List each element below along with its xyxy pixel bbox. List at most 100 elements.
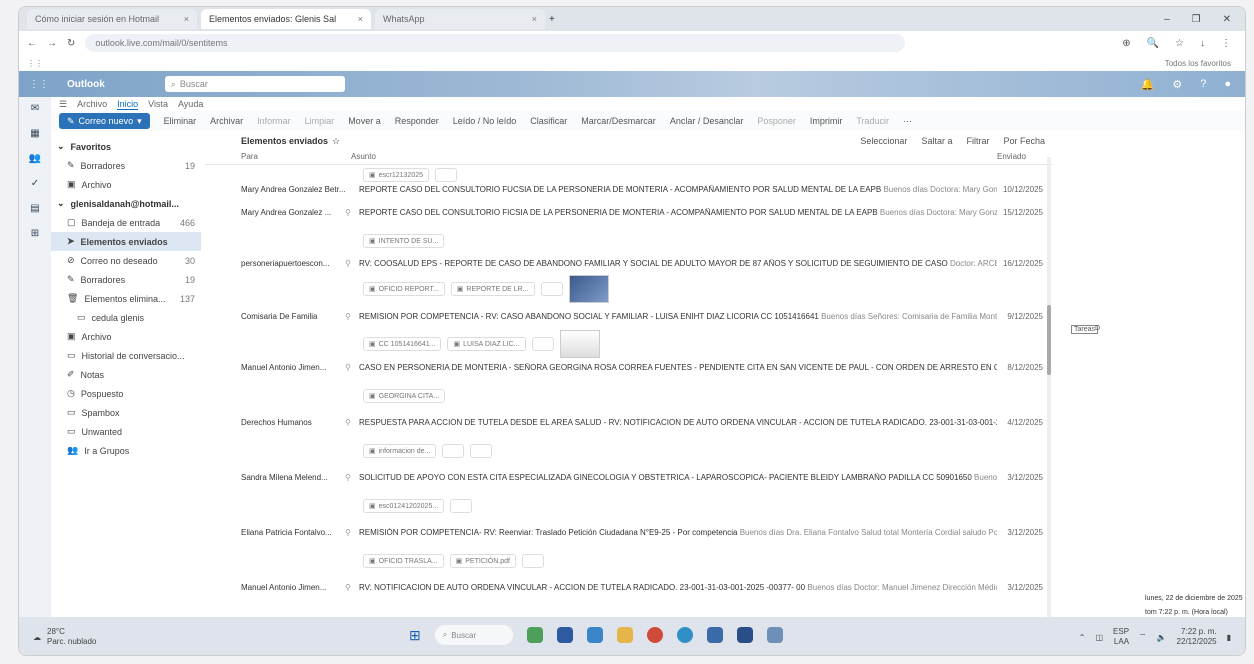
- app-icon[interactable]: [586, 627, 603, 643]
- translate-button[interactable]: Traducir: [856, 116, 889, 126]
- report-button[interactable]: Informar: [257, 116, 291, 126]
- list-item[interactable]: Derechos Humanos ⚲ RESPUESTA PARA ACCION …: [205, 418, 1053, 441]
- photos-icon[interactable]: [766, 627, 783, 643]
- attachment-chip[interactable]: ▣ LUISA DIAZ LIC...: [447, 337, 526, 351]
- attachment-chip[interactable]: [435, 168, 457, 182]
- tab-ayuda[interactable]: Ayuda: [178, 99, 203, 109]
- calendar-icon[interactable]: ▦: [30, 128, 39, 139]
- image-thumbnail[interactable]: [568, 275, 609, 303]
- list-item[interactable]: Eliana Patricia Fontalvo... ⚲ REMISIÓN PO…: [205, 528, 1053, 551]
- weather-icon[interactable]: ☁: [33, 633, 41, 642]
- help-icon[interactable]: ?: [1200, 78, 1206, 91]
- attachment-chip[interactable]: ▣ GEORGINA CITA...: [363, 389, 446, 403]
- new-tab-icon[interactable]: +: [549, 14, 555, 25]
- pin-button[interactable]: Anclar / Desanclar: [670, 116, 744, 126]
- wifi-icon[interactable]: ⌔: [1139, 632, 1147, 642]
- clock[interactable]: 7:22 p. m. 22/12/2025: [1177, 627, 1217, 647]
- go-to-groups[interactable]: 👥 Ir a Grupos: [51, 441, 201, 460]
- people-icon[interactable]: 👥: [29, 153, 41, 164]
- attachment-chip[interactable]: [442, 444, 465, 458]
- tab-inicio[interactable]: Inicio: [117, 99, 139, 110]
- folder-item[interactable]: 🗑 Elementos elimina... 137: [51, 289, 201, 308]
- attachment-chip[interactable]: [521, 554, 544, 568]
- attachment-chip[interactable]: ▣ PETICIÓN.pdf: [449, 554, 516, 568]
- folder-item[interactable]: ◷ Pospuesto: [51, 384, 201, 403]
- maximize-icon[interactable]: ❐: [1192, 14, 1201, 25]
- folder-item[interactable]: ▣ Archivo: [51, 327, 201, 346]
- folder-item[interactable]: ✎ Borradores 19: [51, 270, 201, 289]
- chevron-up-icon[interactable]: ⌃: [1079, 633, 1086, 642]
- attachment-chip[interactable]: ▣ informacion de...: [363, 444, 437, 458]
- select-button[interactable]: Seleccionar: [860, 136, 907, 146]
- scrollbar-thumb[interactable]: [1047, 305, 1051, 375]
- folder-item[interactable]: ▢ Bandeja de entrada 466: [51, 213, 201, 232]
- list-item[interactable]: Manuel Antonio Jimen... ⚲ RV: NOTIFICACIO…: [205, 583, 1053, 606]
- classify-button[interactable]: Clasificar: [530, 116, 567, 126]
- minimize-icon[interactable]: –: [1164, 14, 1170, 25]
- folder-item[interactable]: ⊘ Correo no deseado 30: [51, 251, 201, 270]
- tab-whatsapp[interactable]: WhatsApp ×: [375, 9, 545, 29]
- notification-icon[interactable]: ▮: [1227, 633, 1231, 642]
- avatar[interactable]: ●: [1224, 78, 1231, 91]
- app-launcher-icon[interactable]: ⋮⋮: [29, 79, 49, 90]
- tab-hotmail[interactable]: Cómo iniciar sesión en Hotmail ×: [27, 9, 197, 29]
- close-icon[interactable]: ×: [184, 14, 189, 24]
- tab-vista[interactable]: Vista: [148, 99, 168, 109]
- folder-icon[interactable]: [616, 627, 633, 643]
- list-item[interactable]: Manuel Antonio Jimen... ⚲ CASO EN PERSONE…: [205, 363, 1053, 386]
- extension-icon[interactable]: ⊕: [1122, 38, 1130, 49]
- tab-archivo[interactable]: Archivo: [77, 99, 107, 109]
- bell-icon[interactable]: 🔔: [1141, 78, 1155, 91]
- list-item[interactable]: Mary Andrea Gonzalez ... ⚲ REPORTE CASO D…: [205, 208, 1053, 231]
- zoom-icon[interactable]: 🔍: [1147, 38, 1159, 49]
- sweep-button[interactable]: Limpiar: [305, 116, 335, 126]
- download-icon[interactable]: ↓: [1200, 38, 1205, 49]
- star-icon[interactable]: ☆: [1175, 38, 1184, 49]
- reply-button[interactable]: Responder: [395, 116, 439, 126]
- folder-item[interactable]: ▭ Unwanted: [51, 422, 201, 441]
- attachment-chip[interactable]: [470, 444, 493, 458]
- attachment-chip[interactable]: ▣ OFICIO REPORT...: [363, 282, 445, 296]
- attachment-chip[interactable]: ▣ CC 1051416641...: [363, 337, 442, 351]
- edge-icon[interactable]: [676, 627, 693, 643]
- column-sent[interactable]: Enviado: [997, 152, 1053, 161]
- read-unread-button[interactable]: Leído / No leído: [453, 116, 517, 126]
- list-scrollbar[interactable]: [1047, 157, 1051, 617]
- apps-icon[interactable]: ⋮⋮: [27, 59, 43, 68]
- jump-to-button[interactable]: Saltar a: [921, 136, 952, 146]
- todo-icon[interactable]: ✓: [31, 178, 39, 189]
- star-icon[interactable]: ☆: [332, 136, 340, 147]
- app-icon[interactable]: [706, 627, 723, 643]
- apps-icon[interactable]: ⊞: [31, 228, 39, 239]
- flag-button[interactable]: Marcar/Desmarcar: [581, 116, 656, 126]
- volume-icon[interactable]: 🔈: [1157, 633, 1167, 642]
- folder-item[interactable]: ▭ Historial de conversacio...: [51, 346, 201, 365]
- back-icon[interactable]: ←: [27, 38, 37, 49]
- new-mail-button[interactable]: ✎ Correo nuevo ▾: [59, 113, 150, 129]
- more-icon[interactable]: ⋯: [903, 116, 912, 127]
- hamburger-icon[interactable]: ☰: [59, 99, 67, 110]
- app-icon[interactable]: [526, 627, 543, 643]
- app-icon[interactable]: [556, 627, 573, 643]
- document-thumbnail[interactable]: [559, 330, 600, 358]
- print-button[interactable]: Imprimir: [810, 116, 843, 126]
- folder-account[interactable]: ⌄ glenisaldanah@hotmail...: [51, 194, 201, 213]
- folder-item[interactable]: ▭ Spambox: [51, 403, 201, 422]
- folder-favorites[interactable]: ⌄ Favoritos: [51, 137, 201, 156]
- app-icon[interactable]: [736, 627, 753, 643]
- delete-button[interactable]: Eliminar: [164, 116, 197, 126]
- menu-icon[interactable]: ⋮: [1221, 38, 1231, 49]
- mail-icon[interactable]: ✉: [31, 103, 39, 114]
- gear-icon[interactable]: ⚙: [1172, 78, 1182, 91]
- filter-button[interactable]: Filtrar: [966, 136, 989, 146]
- chrome-icon[interactable]: [646, 627, 663, 643]
- folder-item[interactable]: ➤ Elementos enviados: [51, 232, 201, 251]
- all-favorites[interactable]: Todos los favoritos: [1165, 59, 1245, 68]
- close-icon[interactable]: ×: [358, 14, 363, 24]
- tab-outlook[interactable]: Elementos enviados: Glenis Sal ×: [201, 9, 371, 29]
- folder-item[interactable]: ▣ Archivo: [51, 175, 201, 194]
- reload-icon[interactable]: ↻: [67, 38, 75, 49]
- forward-icon[interactable]: →: [47, 38, 57, 49]
- attachment-chip[interactable]: ▣ escr12132025: [363, 168, 429, 182]
- files-icon[interactable]: ▤: [30, 203, 39, 214]
